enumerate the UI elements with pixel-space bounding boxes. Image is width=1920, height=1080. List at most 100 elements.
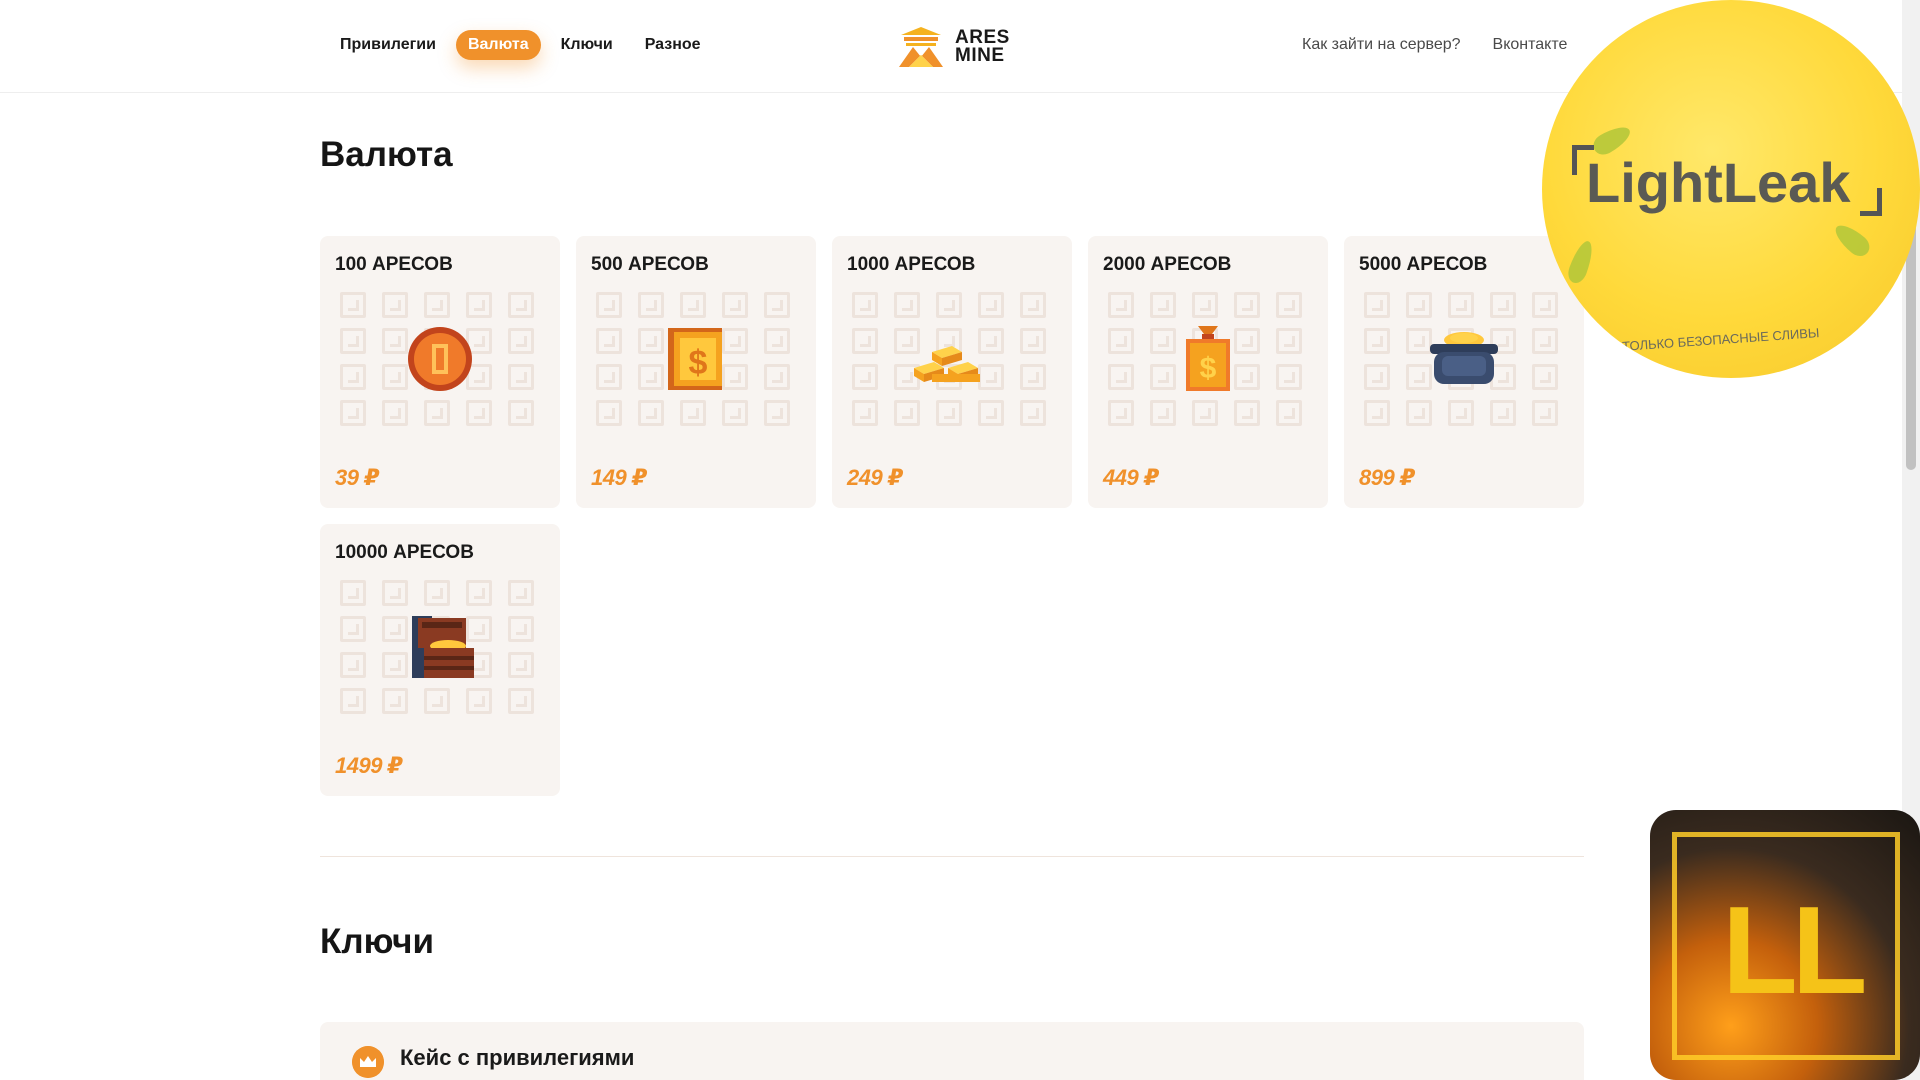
product-price: 899 ₽ bbox=[1359, 465, 1415, 490]
pattern-cell bbox=[508, 364, 534, 390]
leaf-decoration bbox=[1830, 219, 1874, 261]
pattern-cell bbox=[936, 400, 962, 426]
pattern-cell bbox=[852, 292, 878, 318]
pattern-cell bbox=[1108, 400, 1134, 426]
pattern-cell bbox=[424, 292, 450, 318]
pattern-cell bbox=[596, 364, 622, 390]
case-title: Кейс с привилегиями bbox=[400, 1045, 635, 1070]
pattern-cell bbox=[1364, 364, 1390, 390]
pattern-cell bbox=[424, 400, 450, 426]
pattern-cell bbox=[1020, 328, 1046, 354]
pattern-cell bbox=[852, 364, 878, 390]
pattern-cell bbox=[1364, 400, 1390, 426]
pattern-cell bbox=[680, 292, 706, 318]
pattern-cell bbox=[894, 292, 920, 318]
pattern-cell bbox=[340, 580, 366, 606]
watermark-subtitle: ТОЛЬКО БЕЗОПАСНЫЕ СЛИВЫ bbox=[1621, 325, 1820, 354]
nav-privileges[interactable]: Привилегии bbox=[328, 30, 448, 60]
product-card-5000[interactable]: 5000 АРЕСОВ 899 ₽ bbox=[1344, 236, 1584, 508]
logo-line-2: MINE bbox=[955, 45, 1005, 66]
pattern-cell bbox=[1276, 328, 1302, 354]
pattern-cell bbox=[764, 328, 790, 354]
pattern-cell bbox=[508, 616, 534, 642]
pattern-cell bbox=[1532, 364, 1558, 390]
pattern-cell bbox=[1490, 400, 1516, 426]
pattern-cell bbox=[978, 292, 1004, 318]
money-bag-icon: $ bbox=[1186, 326, 1230, 391]
product-title: 100 АРЕСОВ bbox=[335, 254, 453, 275]
crown-icon bbox=[352, 1046, 384, 1078]
pattern-cell bbox=[466, 688, 492, 714]
case-item-privileges[interactable]: Кейс с привилегиями bbox=[320, 1022, 1584, 1080]
badge-text: LL bbox=[1722, 882, 1867, 1020]
pattern-cell bbox=[1020, 292, 1046, 318]
pattern-cell bbox=[424, 688, 450, 714]
pattern-cell bbox=[508, 292, 534, 318]
pattern-cell bbox=[340, 688, 366, 714]
pattern-cell bbox=[764, 292, 790, 318]
product-title: 5000 АРЕСОВ bbox=[1359, 254, 1488, 275]
pattern-cell bbox=[340, 292, 366, 318]
pattern-cell bbox=[1532, 328, 1558, 354]
treasure-chest-icon bbox=[412, 616, 474, 678]
pattern-cell bbox=[466, 292, 492, 318]
product-price: 449 ₽ bbox=[1103, 465, 1159, 490]
vk-link[interactable]: Вконтакте bbox=[1493, 36, 1568, 54]
pattern-cell bbox=[722, 292, 748, 318]
pattern-cell bbox=[936, 292, 962, 318]
main-nav: Привилегии Валюта Ключи Разное bbox=[328, 30, 713, 60]
lightleak-watermark: LightLeak ТОЛЬКО БЕЗОПАСНЫЕ СЛИВЫ bbox=[1542, 0, 1920, 378]
pattern-cell bbox=[508, 688, 534, 714]
pattern-cell bbox=[1150, 292, 1176, 318]
product-card-2000[interactable]: 2000 АРЕСОВ $ 449 ₽ bbox=[1088, 236, 1328, 508]
pattern-cell bbox=[764, 400, 790, 426]
pattern-cell bbox=[382, 580, 408, 606]
product-card-100[interactable]: 100 АРЕСОВ 39 ₽ bbox=[320, 236, 560, 508]
product-card-1000[interactable]: 1000 АРЕСОВ 249 ₽ bbox=[832, 236, 1072, 508]
nav-currency[interactable]: Валюта bbox=[455, 30, 541, 60]
pattern-cell bbox=[466, 580, 492, 606]
pattern-cell bbox=[596, 292, 622, 318]
svg-text:$: $ bbox=[689, 344, 708, 382]
pattern-cell bbox=[1108, 292, 1134, 318]
how-to-join-link[interactable]: Как зайти на сервер? bbox=[1302, 36, 1461, 54]
pattern-cell bbox=[1276, 400, 1302, 426]
pattern-cell bbox=[1108, 364, 1134, 390]
pattern-cell bbox=[1364, 328, 1390, 354]
pattern-cell bbox=[508, 328, 534, 354]
product-title: 10000 АРЕСОВ bbox=[335, 542, 474, 563]
pattern-cell bbox=[382, 292, 408, 318]
pattern-cell bbox=[1364, 292, 1390, 318]
pattern-cell bbox=[508, 400, 534, 426]
pattern-cell bbox=[1532, 400, 1558, 426]
pattern-cell bbox=[508, 580, 534, 606]
pattern-cell bbox=[1192, 292, 1218, 318]
pattern-cell bbox=[596, 400, 622, 426]
watermark-text: LightLeak bbox=[1586, 151, 1851, 214]
section-divider bbox=[320, 856, 1584, 857]
bracket-right-icon bbox=[1860, 188, 1882, 216]
product-card-500[interactable]: 500 АРЕСОВ $ 149 ₽ bbox=[576, 236, 816, 508]
coin-icon bbox=[408, 327, 472, 391]
pattern-cell bbox=[680, 400, 706, 426]
product-card-10000[interactable]: 10000 АРЕСОВ 1499 ₽ bbox=[320, 524, 560, 796]
nav-misc[interactable]: Разное bbox=[633, 30, 713, 60]
product-title: 500 АРЕСОВ bbox=[591, 254, 709, 275]
product-price: 149 ₽ bbox=[591, 465, 647, 490]
pot-of-gold-icon bbox=[1430, 332, 1498, 384]
leaf-decoration bbox=[1565, 238, 1597, 286]
currency-section-title: Валюта bbox=[320, 135, 453, 174]
pattern-cell bbox=[340, 400, 366, 426]
nav-keys[interactable]: Ключи bbox=[549, 30, 625, 60]
pattern-cell bbox=[1020, 400, 1046, 426]
pattern-cell bbox=[340, 616, 366, 642]
pattern-cell bbox=[508, 652, 534, 678]
dollar-coin-icon: $ bbox=[668, 328, 722, 390]
pattern-cell bbox=[1150, 400, 1176, 426]
logo[interactable]: ARES MINE bbox=[895, 25, 1010, 69]
pattern-cell bbox=[978, 400, 1004, 426]
pattern-cell bbox=[894, 400, 920, 426]
temple-logo-icon bbox=[899, 27, 943, 67]
keys-section-title: Ключи bbox=[320, 922, 434, 961]
pattern-cell bbox=[1108, 328, 1134, 354]
